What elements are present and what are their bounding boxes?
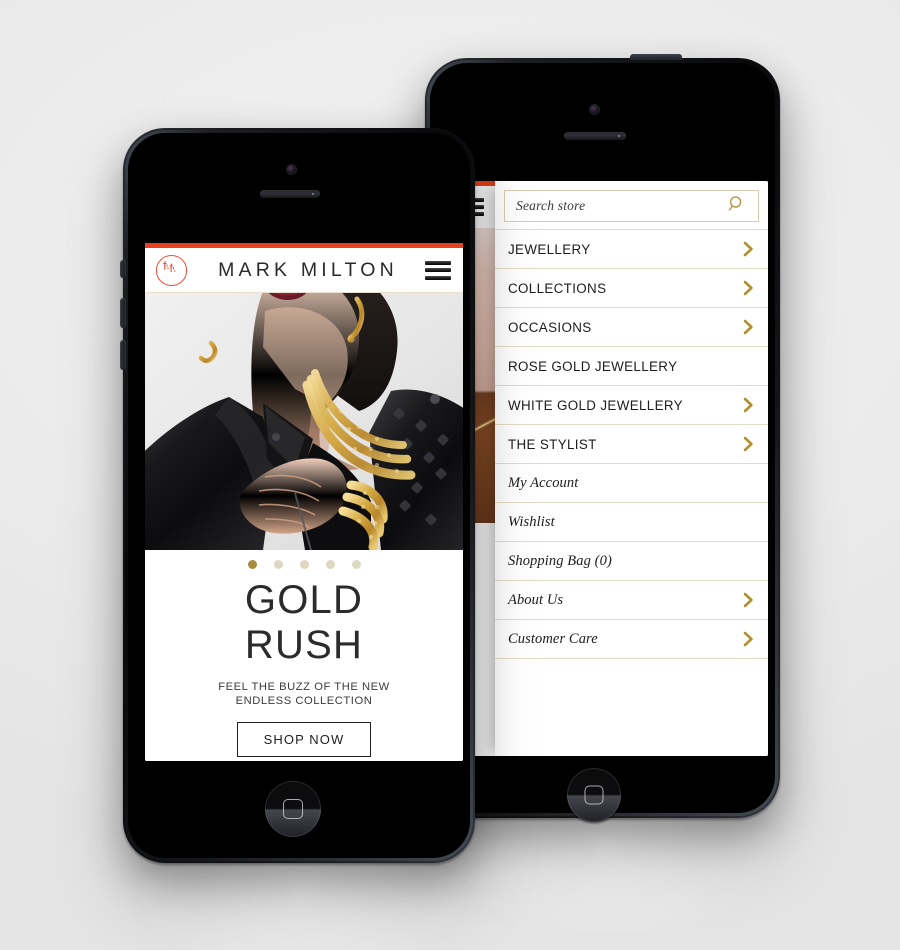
menu-item-label: THE STYLIST [508,436,597,452]
back-phone-home-button[interactable] [567,768,621,822]
promo-subtitle: FEEL THE BUZZ OF THE NEW ENDLESS COLLECT… [218,680,390,708]
menu-item-wishlist[interactable]: Wishlist [495,502,768,541]
chevron-right-icon [743,631,754,647]
menu-item-label: Customer Care [508,630,598,647]
shop-now-button[interactable]: SHOP NOW [236,722,372,757]
carousel-dot-3[interactable] [299,560,309,569]
promo-title: GOLD RUSH [245,578,363,668]
menu-item-label: Shopping Bag (0) [508,552,612,569]
front-phone-mute-switch[interactable] [120,260,126,278]
front-phone-reflection-home [282,872,324,906]
front-phone-screen: MARK MILTON GOLD RUSH FEEL THE BUZZ OF T… [145,243,463,761]
hero-image[interactable] [145,293,463,550]
back-phone-front-camera [590,105,599,114]
menu-item-label: JEWELLERY [508,241,591,257]
home-button-square-icon [283,799,303,819]
mockup-scene: Search store JEWELLERY COLLECTIONS OCCASIO… [0,0,900,950]
promo-title-line2: RUSH [244,623,364,667]
menu-item-label: COLLECTIONS [508,280,607,296]
carousel-dots[interactable] [247,560,361,569]
front-phone-home-button[interactable] [265,781,321,837]
menu-item-label: OCCASIONS [508,319,592,335]
site-header: MARK MILTON [145,248,463,293]
promo-title-line1: GOLD [244,578,364,622]
promo-subtitle-line2: ENDLESS COLLECTION [235,695,373,707]
menu-item-label: My Account [508,474,579,491]
menu-item-about-us[interactable]: About Us [495,580,768,619]
menu-item-shopping-bag-0[interactable]: Shopping Bag (0) [495,541,768,580]
back-phone-earpiece-speaker [564,132,626,140]
hamburger-menu-icon[interactable] [425,257,451,283]
menu-item-label: About Us [508,591,564,608]
menu-item-label: WHITE GOLD JEWELLERY [508,397,683,413]
chevron-right-icon [743,319,754,335]
menu-item-the-stylist[interactable]: THE STYLIST [495,424,768,463]
search-input-placeholder[interactable]: Search store [505,198,585,214]
search-container: Search store [495,181,768,229]
menu-item-customer-care[interactable]: Customer Care [495,619,768,659]
home-button-square-icon [584,785,604,805]
back-phone-screen: Search store JEWELLERY COLLECTIONS OCCASIO… [447,181,768,756]
menu-item-label: Wishlist [508,513,555,530]
brand-title: MARK MILTON [218,258,398,281]
front-phone-volume-down-button[interactable] [120,340,126,370]
carousel-dot-2[interactable] [273,560,283,569]
front-phone-volume-up-button[interactable] [120,298,126,328]
promo-block: GOLD RUSH FEEL THE BUZZ OF THE NEW ENDLE… [145,550,463,761]
chevron-right-icon [743,436,754,452]
carousel-dot-5[interactable] [351,560,361,569]
front-phone-front-camera [287,165,296,174]
menu-item-jewellery[interactable]: JEWELLERY [495,229,768,268]
chevron-right-icon [743,241,754,257]
navigation-drawer: Search store JEWELLERY COLLECTIONS OCCASIO… [495,181,768,756]
carousel-dot-4[interactable] [325,560,335,569]
chevron-right-icon [743,592,754,608]
drawer-menu-list: JEWELLERY COLLECTIONS OCCASIONS ROSE GOLD J… [495,229,768,756]
menu-item-occasions[interactable]: OCCASIONS [495,307,768,346]
menu-item-white-gold-jewellery[interactable]: WHITE GOLD JEWELLERY [495,385,768,424]
search-icon[interactable] [728,195,745,217]
search-box[interactable]: Search store [504,190,759,222]
back-phone-device: Search store JEWELLERY COLLECTIONS OCCASIO… [425,54,780,822]
chevron-right-icon [743,397,754,413]
menu-item-rose-gold-jewellery[interactable]: ROSE GOLD JEWELLERY [495,346,768,385]
promo-subtitle-line1: FEEL THE BUZZ OF THE NEW [218,681,390,693]
back-phone-reflection-home [585,828,627,862]
mark-milton-logo[interactable] [156,254,187,286]
chevron-right-icon [743,280,754,296]
menu-item-collections[interactable]: COLLECTIONS [495,268,768,307]
menu-item-my-account[interactable]: My Account [495,463,768,502]
carousel-dot-1[interactable] [247,560,257,569]
front-phone-device: MARK MILTON GOLD RUSH FEEL THE BUZZ OF T… [120,128,475,863]
menu-item-label: ROSE GOLD JEWELLERY [508,358,678,374]
front-phone-earpiece-speaker [260,190,320,198]
